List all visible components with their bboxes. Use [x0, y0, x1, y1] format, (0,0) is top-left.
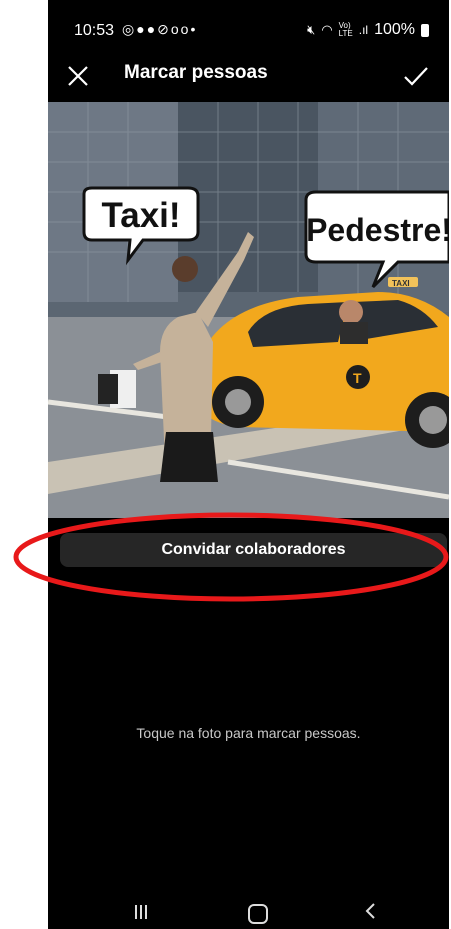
facebook-icon: ● — [146, 21, 158, 37]
notification-icons: ◎●●⊘ᴏᴏ• — [122, 21, 197, 38]
mute-icon: 🔇︎ — [307, 22, 316, 37]
recents-icon[interactable] — [134, 904, 148, 920]
speech-bubble-left: Taxi! — [101, 196, 180, 235]
dot-icon: • — [190, 21, 198, 37]
back-icon[interactable] — [364, 902, 376, 920]
status-time: 10:53 — [74, 22, 115, 39]
home-icon[interactable] — [248, 904, 268, 924]
phone-screen: 10:53 ◎●●⊘ᴏᴏ• 🔇︎ ◠ Vo) LTE .ıl 100% Marca… — [48, 0, 449, 929]
invite-collaborators-button[interactable]: Convidar colaboradores — [60, 533, 447, 567]
app-bar: Marcar pessoas — [48, 58, 449, 102]
battery-icon — [421, 23, 429, 37]
tag-hint-text: Toque na foto para marcar pessoas. — [136, 725, 361, 741]
speech-bubble-right: Pedestre! — [306, 212, 449, 248]
check-circle-icon: ⊘ — [157, 21, 171, 37]
whatsapp-icon: ◎ — [122, 21, 137, 37]
taxi-sign: TAXI — [392, 279, 410, 288]
messenger-icon: ● — [136, 21, 147, 37]
status-bar: 10:53 ◎●●⊘ᴏᴏ• 🔇︎ ◠ Vo) LTE .ıl 100% — [48, 0, 449, 58]
close-icon[interactable] — [66, 64, 90, 88]
svg-text:T: T — [353, 370, 362, 386]
wifi-icon: ◠ — [321, 22, 333, 37]
tag-photo[interactable]: T TAXI Taxi! Pedestre! — [48, 102, 449, 518]
page-title: Marcar pessoas — [124, 62, 268, 83]
system-nav-bar — [48, 880, 449, 929]
photo-scene: T TAXI Taxi! Pedestre! — [48, 102, 449, 518]
voicemail-icon: ᴏᴏ — [170, 21, 191, 37]
signal-icon: .ıl — [358, 23, 369, 37]
battery-percent: 100% — [374, 21, 415, 38]
status-right: 🔇︎ ◠ Vo) LTE .ıl 100% — [307, 21, 429, 39]
checkmark-icon[interactable] — [403, 64, 429, 88]
volte-icon: Vo) LTE — [338, 21, 353, 38]
